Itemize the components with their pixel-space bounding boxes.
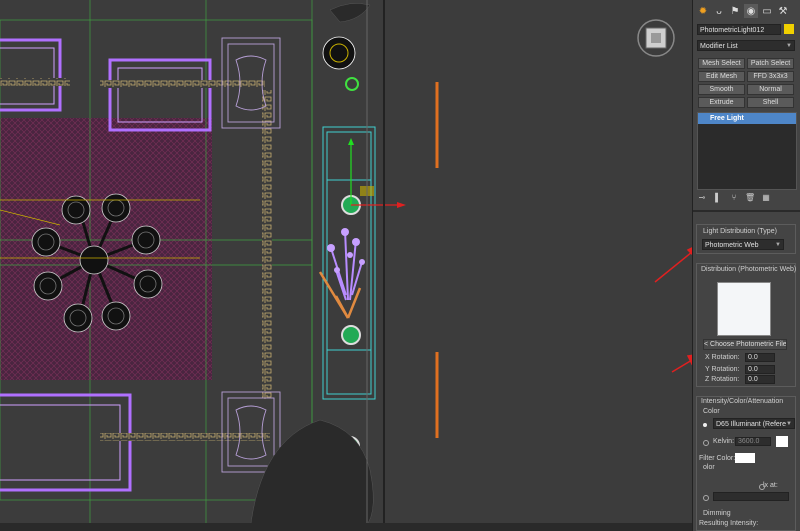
configure-modifier-sets-icon[interactable]: ▦ [761, 193, 771, 203]
kelvin-color-swatch[interactable] [776, 436, 788, 447]
hierarchy-icon[interactable]: ⚑ [728, 4, 742, 18]
illuminant-radio[interactable] [703, 423, 707, 427]
scene-drawing [0, 0, 692, 531]
intensity-radio[interactable] [703, 495, 709, 501]
photometric-web-title: Distribution (Photometric Web) [701, 266, 797, 273]
patch-select-button[interactable]: Patch Select [747, 58, 794, 69]
display-icon[interactable]: ▭ [760, 4, 774, 18]
light-distribution-group: Light Distribution (Type) Photometric We… [696, 224, 796, 254]
illuminant-dropdown[interactable]: D65 Illuminant (Refere [713, 418, 795, 429]
dimming-label: Dimming [703, 510, 731, 517]
sun-icon[interactable]: ✹ [696, 4, 710, 18]
kelvin-radio[interactable] [703, 440, 709, 446]
extrude-button[interactable]: Extrude [698, 97, 745, 108]
filter-color-label: Filter Color: [699, 455, 736, 462]
x-rotation-label: X Rotation: [705, 354, 740, 361]
pin-stack-icon[interactable]: ⊸ [697, 193, 707, 203]
perspective-viewport[interactable] [0, 0, 692, 531]
utilities-icon[interactable]: ⚒ [776, 4, 790, 18]
intensity-spinner[interactable] [713, 492, 789, 501]
edit-mesh-button[interactable]: Edit Mesh [698, 71, 745, 82]
normal-button[interactable]: Normal [747, 84, 794, 95]
smooth-button[interactable]: Smooth [698, 84, 745, 95]
choose-photometric-file-button[interactable]: < Choose Photometric File > [703, 339, 787, 350]
carpet-area [0, 118, 212, 380]
resulting-intensity-label: Resulting Intensity: [699, 520, 759, 527]
command-panel: ✹ ᴗ ⚑ ◉ ▭ ⚒ PhotometricLight012 Modifier… [692, 0, 800, 531]
y-rotation-label: Y Rotation: [705, 366, 740, 373]
show-end-result-icon[interactable]: ▌ [713, 193, 723, 203]
modifier-list-label: Modifier List [700, 43, 738, 50]
z-rotation-spinner[interactable]: 0.0 [745, 375, 775, 384]
object-name-field[interactable]: PhotometricLight012 [697, 24, 781, 35]
lx-at-radio[interactable] [759, 484, 765, 490]
viewcube-icon [637, 19, 675, 57]
color-label: Color [703, 408, 720, 415]
intensity-title: Intensity/Color/Attenuation [701, 398, 784, 405]
lx-at-label: lx at: [763, 482, 778, 489]
command-panel-tabs: ✹ ᴗ ⚑ ◉ ▭ ⚒ [696, 4, 796, 20]
motion-icon[interactable]: ◉ [744, 4, 758, 18]
shell-button[interactable]: Shell [747, 97, 794, 108]
filter-color-swatch[interactable] [735, 453, 755, 463]
stack-toolbar: ⊸ ▌ ⑂ 🗑 ▦ [697, 193, 795, 205]
mesh-select-button[interactable]: Mesh Select [698, 58, 745, 69]
ffd-button[interactable]: FFD 3x3x3 [747, 71, 794, 82]
illuminant-value: D65 Illuminant (Refere [716, 421, 787, 428]
photometric-web-preview [717, 282, 771, 336]
stack-item-free-light[interactable]: Free Light [698, 113, 796, 124]
curve-icon[interactable]: ᴗ [712, 4, 726, 18]
kelvin-spinner[interactable]: 3600.0 [735, 437, 771, 446]
light-distribution-value: Photometric Web [705, 242, 759, 249]
x-rotation-spinner[interactable]: 0.0 [745, 353, 775, 362]
object-color-swatch[interactable] [784, 24, 794, 34]
remove-modifier-icon[interactable]: 🗑 [745, 193, 755, 203]
y-rotation-spinner[interactable]: 0.0 [745, 365, 775, 374]
modifier-list-dropdown[interactable]: Modifier List [697, 40, 795, 51]
modifier-stack[interactable]: Free Light [697, 112, 797, 190]
light-distribution-title: Light Distribution (Type) [703, 228, 777, 235]
light-distribution-dropdown[interactable]: Photometric Web [702, 239, 784, 250]
kelvin-label: Kelvin: [713, 438, 735, 445]
make-unique-icon[interactable]: ⑂ [729, 193, 739, 203]
intensity-label: olor [703, 464, 715, 471]
z-rotation-label: Z Rotation: [705, 376, 740, 383]
